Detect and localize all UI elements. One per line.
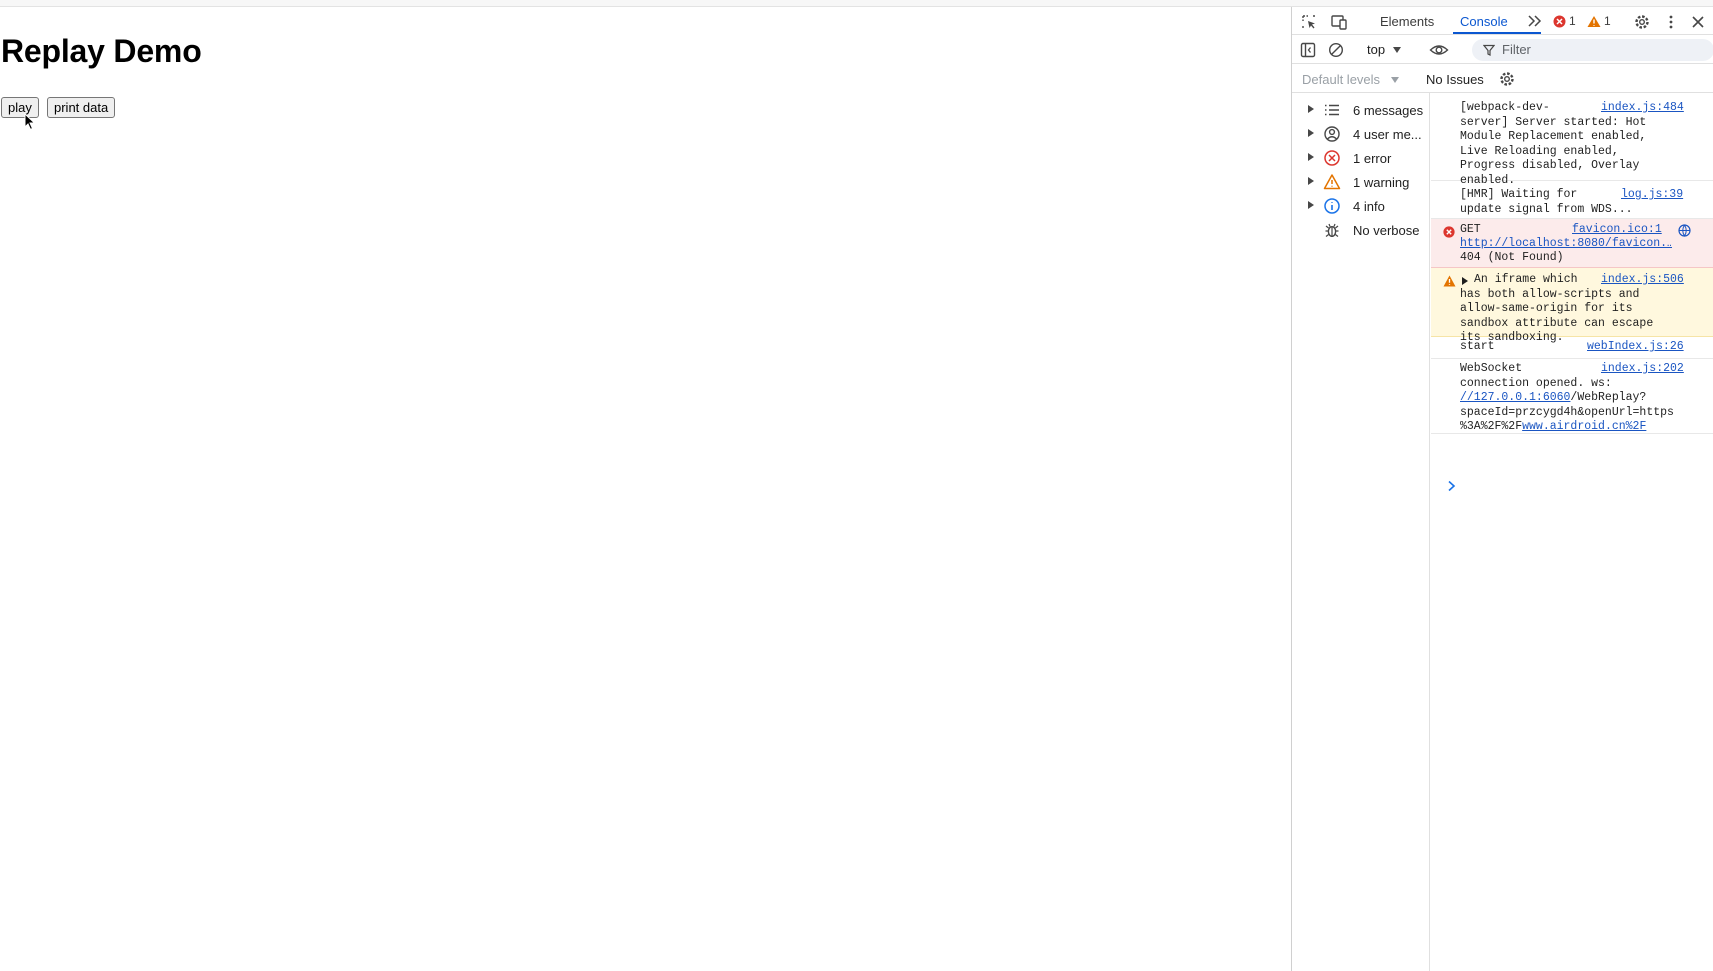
devtools-tab-bar: Elements Console 1 1 [1292, 7, 1713, 35]
message-source-link[interactable]: log.js:39 [1621, 188, 1683, 201]
expand-triangle-icon [1308, 201, 1314, 209]
console-settings-gear-icon[interactable] [1498, 70, 1516, 88]
issues-indicator[interactable]: No Issues [1426, 72, 1484, 87]
page-viewport: Replay Demo play print data [0, 7, 1291, 971]
sidebar-item-messages[interactable]: 6 messages [1292, 98, 1430, 122]
devtools-panel: Elements Console 1 1 top Filter Default … [1291, 7, 1713, 971]
browser-top-edge [0, 0, 1713, 7]
message-source-link[interactable]: index.js:484 [1601, 101, 1684, 114]
filter-input[interactable]: Filter [1472, 39, 1713, 61]
info-icon [1324, 198, 1340, 214]
error-count[interactable]: 1 [1569, 14, 1576, 28]
error-count-icon [1553, 15, 1566, 28]
warning-icon [1323, 174, 1341, 190]
message-source-link[interactable]: webIndex.js:26 [1587, 340, 1684, 353]
active-tab-indicator [1453, 32, 1541, 34]
message-source-link[interactable]: favicon.ico:1 [1572, 223, 1662, 236]
sidebar-toggle-icon[interactable] [1299, 41, 1317, 59]
error-icon [1443, 226, 1455, 238]
console-messages: [webpack-dev- server] Server started: Ho… [1431, 93, 1713, 971]
sidebar-item-errors[interactable]: 1 error [1292, 146, 1430, 170]
console-prompt-icon[interactable] [1447, 480, 1457, 492]
error-icon [1324, 150, 1340, 166]
expand-triangle-icon [1308, 105, 1314, 113]
console-message[interactable]: [HMR] Waiting for update signal from WDS… [1431, 181, 1713, 219]
websocket-host-link[interactable]: //127.0.0.1:6060 [1460, 391, 1570, 404]
message-source-link[interactable]: index.js:506 [1601, 273, 1684, 286]
more-tabs-icon[interactable] [1526, 12, 1544, 30]
expand-triangle-icon [1308, 177, 1314, 185]
tab-elements[interactable]: Elements [1380, 14, 1434, 29]
console-toolbar: top Filter [1292, 36, 1713, 64]
console-message[interactable]: WebSocket connection opened. ws: //127.0… [1431, 359, 1713, 434]
user-icon [1324, 126, 1340, 142]
log-levels-dropdown[interactable]: Default levels [1302, 72, 1380, 87]
console-error-message[interactable]: GET favicon.ico:1 http://localhost:8080/… [1431, 219, 1713, 268]
more-options-icon[interactable] [1662, 13, 1680, 31]
levels-toolbar: Default levels No Issues [1292, 64, 1713, 93]
list-icon [1325, 104, 1339, 116]
warning-count-icon [1587, 16, 1601, 27]
expand-triangle-icon [1308, 153, 1314, 161]
tab-console[interactable]: Console [1460, 14, 1508, 29]
expand-triangle-icon [1308, 129, 1314, 137]
live-expression-eye-icon[interactable] [1429, 41, 1449, 59]
close-devtools-icon[interactable] [1689, 13, 1707, 31]
console-message[interactable]: [webpack-dev- server] Server started: Ho… [1431, 93, 1713, 187]
bug-icon [1325, 223, 1339, 238]
airdroid-url-link[interactable]: www.airdroid.cn%2F [1522, 420, 1646, 433]
sidebar-item-verbose[interactable]: No verbose [1292, 218, 1430, 242]
sidebar-item-warnings[interactable]: 1 warning [1292, 170, 1430, 194]
context-selector[interactable]: top [1367, 42, 1385, 57]
warning-count[interactable]: 1 [1604, 14, 1611, 28]
chevron-down-icon [1393, 47, 1401, 53]
console-sidebar: 6 messages 4 user me... 1 error 1 warnin… [1292, 93, 1430, 971]
sidebar-item-info[interactable]: 4 info [1292, 194, 1430, 218]
chevron-down-icon [1391, 77, 1399, 83]
device-toolbar-icon[interactable] [1330, 13, 1348, 31]
clear-console-icon[interactable] [1327, 41, 1345, 59]
print-data-button[interactable]: print data [47, 97, 116, 118]
console-warning-message[interactable]: An iframe which has both allow-scripts a… [1431, 268, 1713, 344]
console-message[interactable]: start webIndex.js:26 [1431, 337, 1713, 359]
filter-placeholder: Filter [1502, 42, 1531, 57]
favicon-url-link[interactable]: http://localhost:8080/favicon.… [1460, 237, 1672, 252]
page-title: Replay Demo [1, 33, 202, 69]
mouse-cursor-icon [24, 113, 36, 131]
inspect-element-icon[interactable] [1300, 13, 1318, 31]
settings-gear-icon[interactable] [1633, 13, 1651, 31]
filter-funnel-icon [1483, 44, 1495, 56]
message-source-link[interactable]: index.js:202 [1601, 362, 1684, 375]
warning-icon [1443, 275, 1456, 287]
network-globe-icon[interactable] [1678, 224, 1691, 237]
sidebar-item-user-messages[interactable]: 4 user me... [1292, 122, 1430, 146]
